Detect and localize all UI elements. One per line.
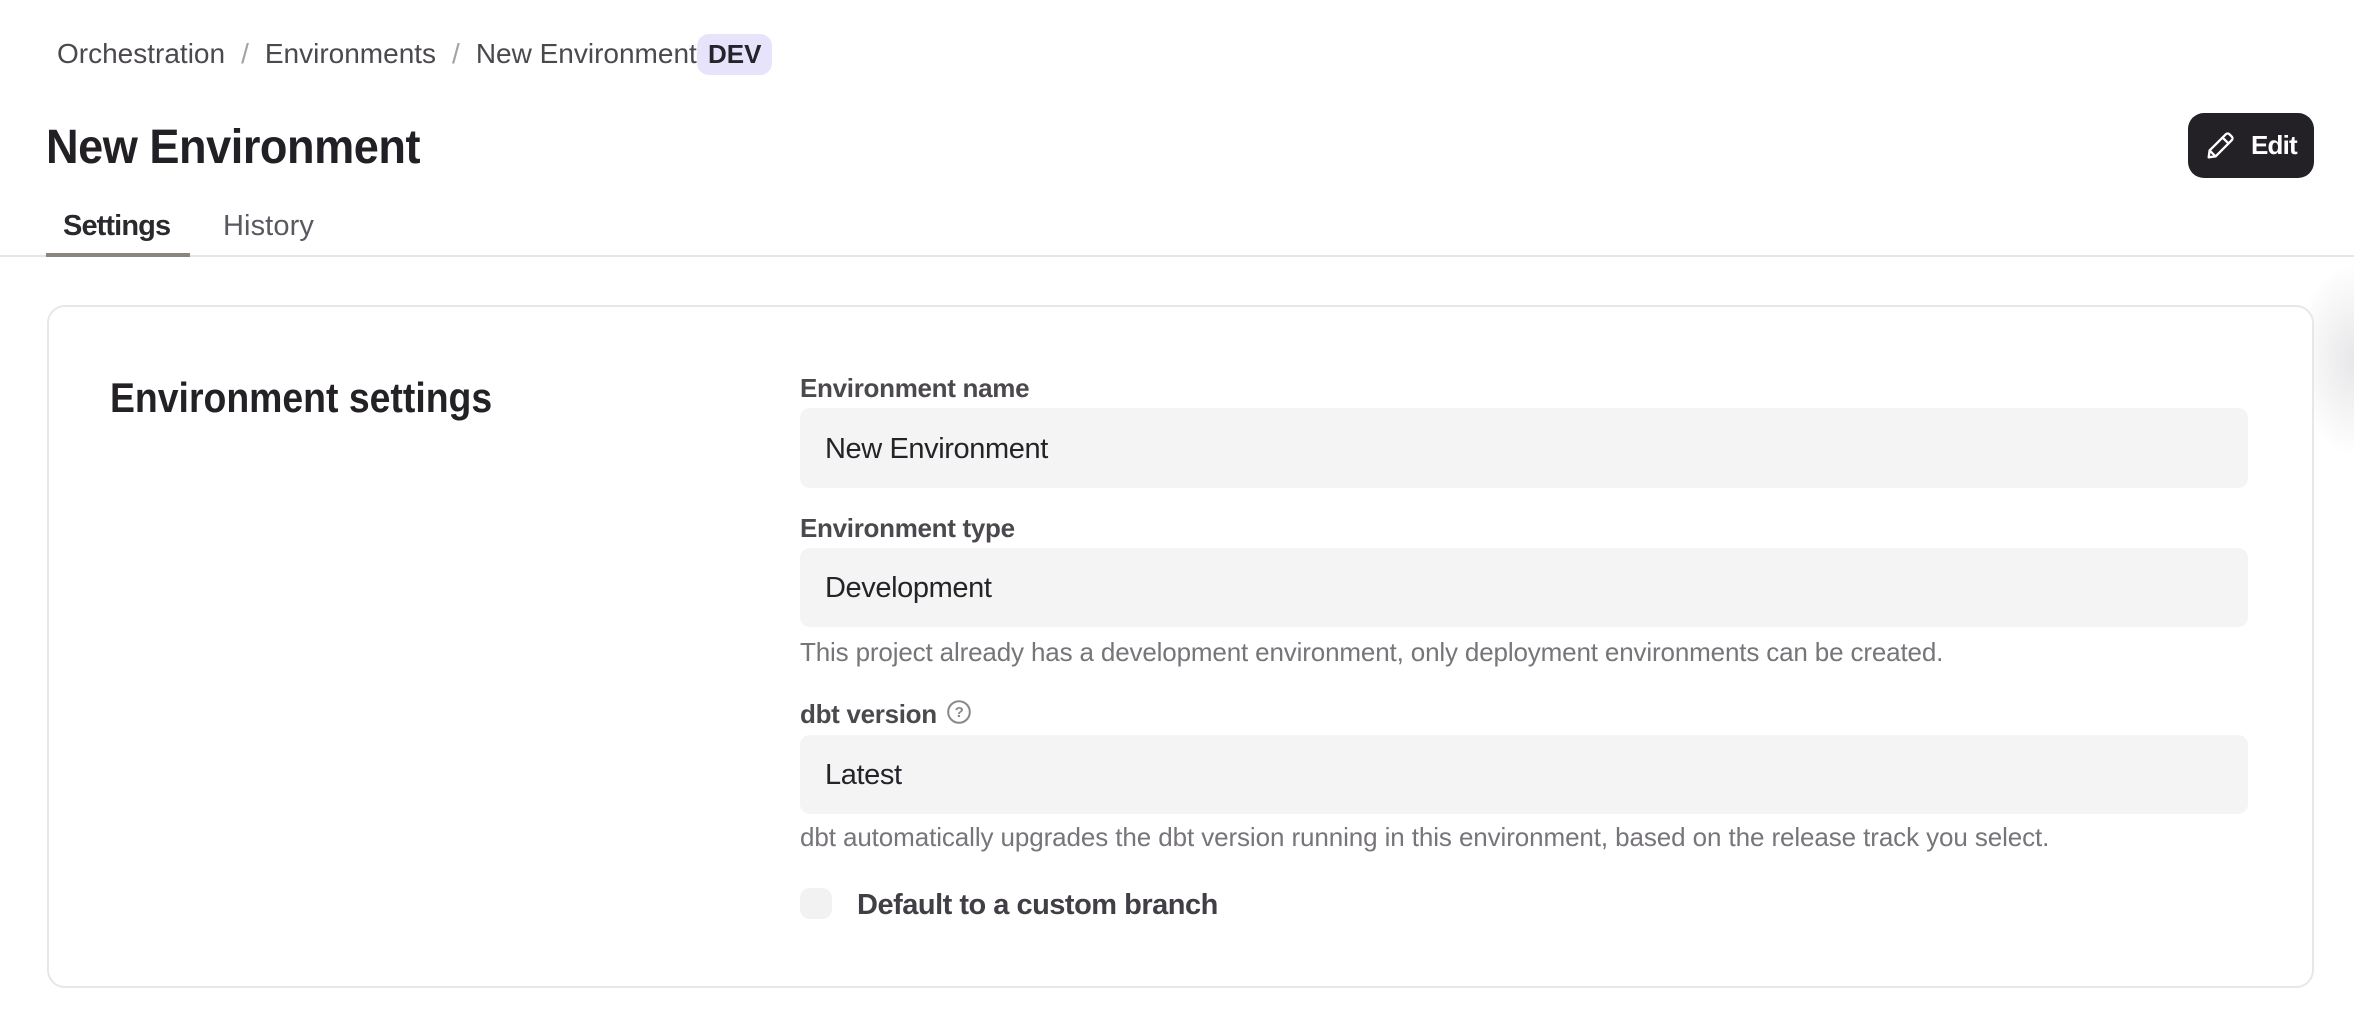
svg-text:?: ? bbox=[954, 704, 963, 721]
